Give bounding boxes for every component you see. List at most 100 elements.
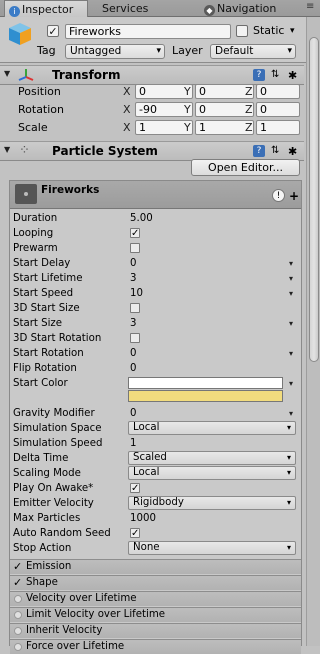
active-checkbox[interactable]: ✓	[47, 25, 59, 37]
property-value[interactable]: 10	[130, 286, 143, 301]
scrollbar-thumb[interactable]	[309, 37, 319, 362]
scale-z-field[interactable]: 1	[256, 120, 300, 135]
tab-services[interactable]: Services	[98, 0, 178, 17]
curve-mode-icon[interactable]: ▾	[289, 271, 293, 286]
module-disabled-toggle-icon[interactable]	[14, 611, 22, 619]
property-value[interactable]: 0	[130, 256, 136, 271]
property-label: Auto Random Seed	[13, 528, 111, 539]
module-enabled-checkmark-icon[interactable]: ✓	[13, 576, 22, 590]
module-enabled-checkmark-icon[interactable]: ✓	[13, 560, 22, 574]
property-label: Play On Awake*	[13, 483, 94, 494]
module-header[interactable]: ✓ Emission	[10, 559, 301, 574]
property-row: Start Delay 0 ▾	[10, 256, 301, 271]
property-row: Auto Random Seed ✓	[10, 526, 301, 541]
module-header[interactable]: Inherit Velocity	[10, 623, 301, 638]
property-dropdown[interactable]: Rigidbody	[128, 496, 296, 510]
property-checkbox[interactable]: ✓	[130, 528, 140, 539]
property-label: Start Lifetime	[13, 273, 83, 284]
tag-dropdown[interactable]: Untagged	[65, 44, 165, 59]
property-row: Simulation Speed 1	[10, 436, 301, 451]
help-book-icon[interactable]: ?	[253, 145, 265, 157]
start-color-top-swatch[interactable]	[128, 377, 283, 389]
help-book-icon[interactable]: ?	[253, 69, 265, 81]
gear-icon[interactable]: ✱	[288, 69, 300, 82]
module-disabled-toggle-icon[interactable]	[14, 627, 22, 635]
property-value[interactable]: 0	[130, 346, 136, 361]
property-checkbox[interactable]	[130, 243, 140, 253]
gameobject-header: ✓ Fireworks Static ▾ Tag Untagged Layer …	[0, 17, 320, 63]
rotation-z-field[interactable]: 0	[256, 102, 300, 117]
curve-mode-icon[interactable]: ▾	[289, 286, 293, 301]
start-color-bottom-swatch[interactable]	[128, 390, 283, 402]
module-header[interactable]: Velocity over Lifetime	[10, 591, 301, 606]
particle-module-header[interactable]: Fireworks ! +	[10, 181, 301, 209]
property-value[interactable]: 5.00	[130, 211, 153, 226]
module-header[interactable]: Limit Velocity over Lifetime	[10, 607, 301, 622]
gear-icon[interactable]: ✱	[288, 145, 300, 158]
property-value[interactable]: 0	[130, 361, 136, 376]
open-editor-button[interactable]: Open Editor...	[191, 159, 300, 176]
module-header[interactable]: ✓ Shape	[10, 575, 301, 590]
curve-mode-icon[interactable]: ▾	[289, 376, 293, 391]
property-label: Emitter Velocity	[13, 498, 94, 509]
property-value[interactable]: 1000	[130, 511, 156, 526]
expand-arrow-icon[interactable]: ▼	[4, 69, 10, 78]
inspector-scrollbar[interactable]	[306, 17, 320, 646]
curve-mode-icon[interactable]: ▾	[289, 406, 293, 421]
module-label: Force over Lifetime	[26, 641, 125, 652]
property-label: Flip Rotation	[13, 363, 77, 374]
tab-inspector[interactable]: i Inspector	[4, 0, 88, 18]
property-value[interactable]: 3	[130, 271, 136, 286]
transform-header[interactable]: ▼ Transform ? ⇅ ✱	[0, 65, 304, 85]
position-z-field[interactable]: 0	[256, 84, 300, 99]
property-row: Play On Awake* ✓	[10, 481, 301, 496]
property-dropdown[interactable]: Local	[128, 466, 296, 480]
tag-label: Tag	[37, 44, 56, 57]
add-module-icon[interactable]: +	[289, 189, 299, 203]
property-value[interactable]: 3	[130, 316, 136, 331]
particle-thumbnail-icon	[15, 184, 37, 204]
layer-label: Layer	[172, 44, 203, 57]
curve-mode-icon[interactable]: ▾	[289, 346, 293, 361]
property-row: Scaling Mode Local	[10, 466, 301, 481]
expand-arrow-icon[interactable]: ▼	[4, 145, 10, 154]
rotation-label: Rotation	[18, 103, 65, 116]
static-dropdown-icon[interactable]: ▾	[290, 24, 295, 38]
tab-services-label: Services	[102, 2, 149, 15]
curve-mode-icon[interactable]: ▾	[289, 256, 293, 271]
property-row: Start Rotation 0 ▾	[10, 346, 301, 361]
property-label: Looping	[13, 228, 54, 239]
property-label: Duration	[13, 213, 58, 224]
warning-info-icon[interactable]: !	[272, 189, 285, 202]
static-checkbox[interactable]	[236, 25, 248, 37]
layer-dropdown[interactable]: Default	[210, 44, 296, 59]
transform-scale-row: Scale X 1 Y 1 Z 1	[0, 120, 304, 135]
property-dropdown[interactable]: Local	[128, 421, 296, 435]
property-row: Start Speed 10 ▾	[10, 286, 301, 301]
property-row: Flip Rotation 0	[10, 361, 301, 376]
x-axis-label: X	[123, 103, 131, 116]
scale-label: Scale	[18, 121, 48, 134]
property-value[interactable]: 0	[130, 406, 136, 421]
tab-menu-icon[interactable]: ≡	[306, 1, 314, 12]
module-disabled-toggle-icon[interactable]	[14, 595, 22, 603]
property-dropdown[interactable]: None	[128, 541, 296, 555]
property-checkbox[interactable]: ✓	[130, 483, 140, 494]
property-dropdown[interactable]: Scaled	[128, 451, 296, 465]
module-header[interactable]: Force over Lifetime	[10, 639, 301, 654]
static-label: Static	[253, 24, 285, 37]
module-label: Limit Velocity over Lifetime	[26, 609, 166, 620]
preset-icon[interactable]: ⇅	[271, 145, 283, 157]
particle-system-header[interactable]: ▼ ⁘ Particle System ? ⇅ ✱	[0, 141, 304, 161]
property-checkbox[interactable]: ✓	[130, 228, 140, 239]
module-disabled-toggle-icon[interactable]	[14, 643, 22, 651]
preset-icon[interactable]: ⇅	[271, 69, 283, 81]
property-label: Start Delay	[13, 258, 71, 269]
curve-mode-icon[interactable]: ▾	[289, 316, 293, 331]
module-label: Inherit Velocity	[26, 625, 103, 636]
gameobject-name-field[interactable]: Fireworks	[65, 24, 231, 39]
property-value[interactable]: 1	[130, 436, 136, 451]
property-checkbox[interactable]	[130, 303, 140, 313]
tab-navigation[interactable]: ◆ Navigation	[200, 0, 308, 17]
property-checkbox[interactable]	[130, 333, 140, 343]
